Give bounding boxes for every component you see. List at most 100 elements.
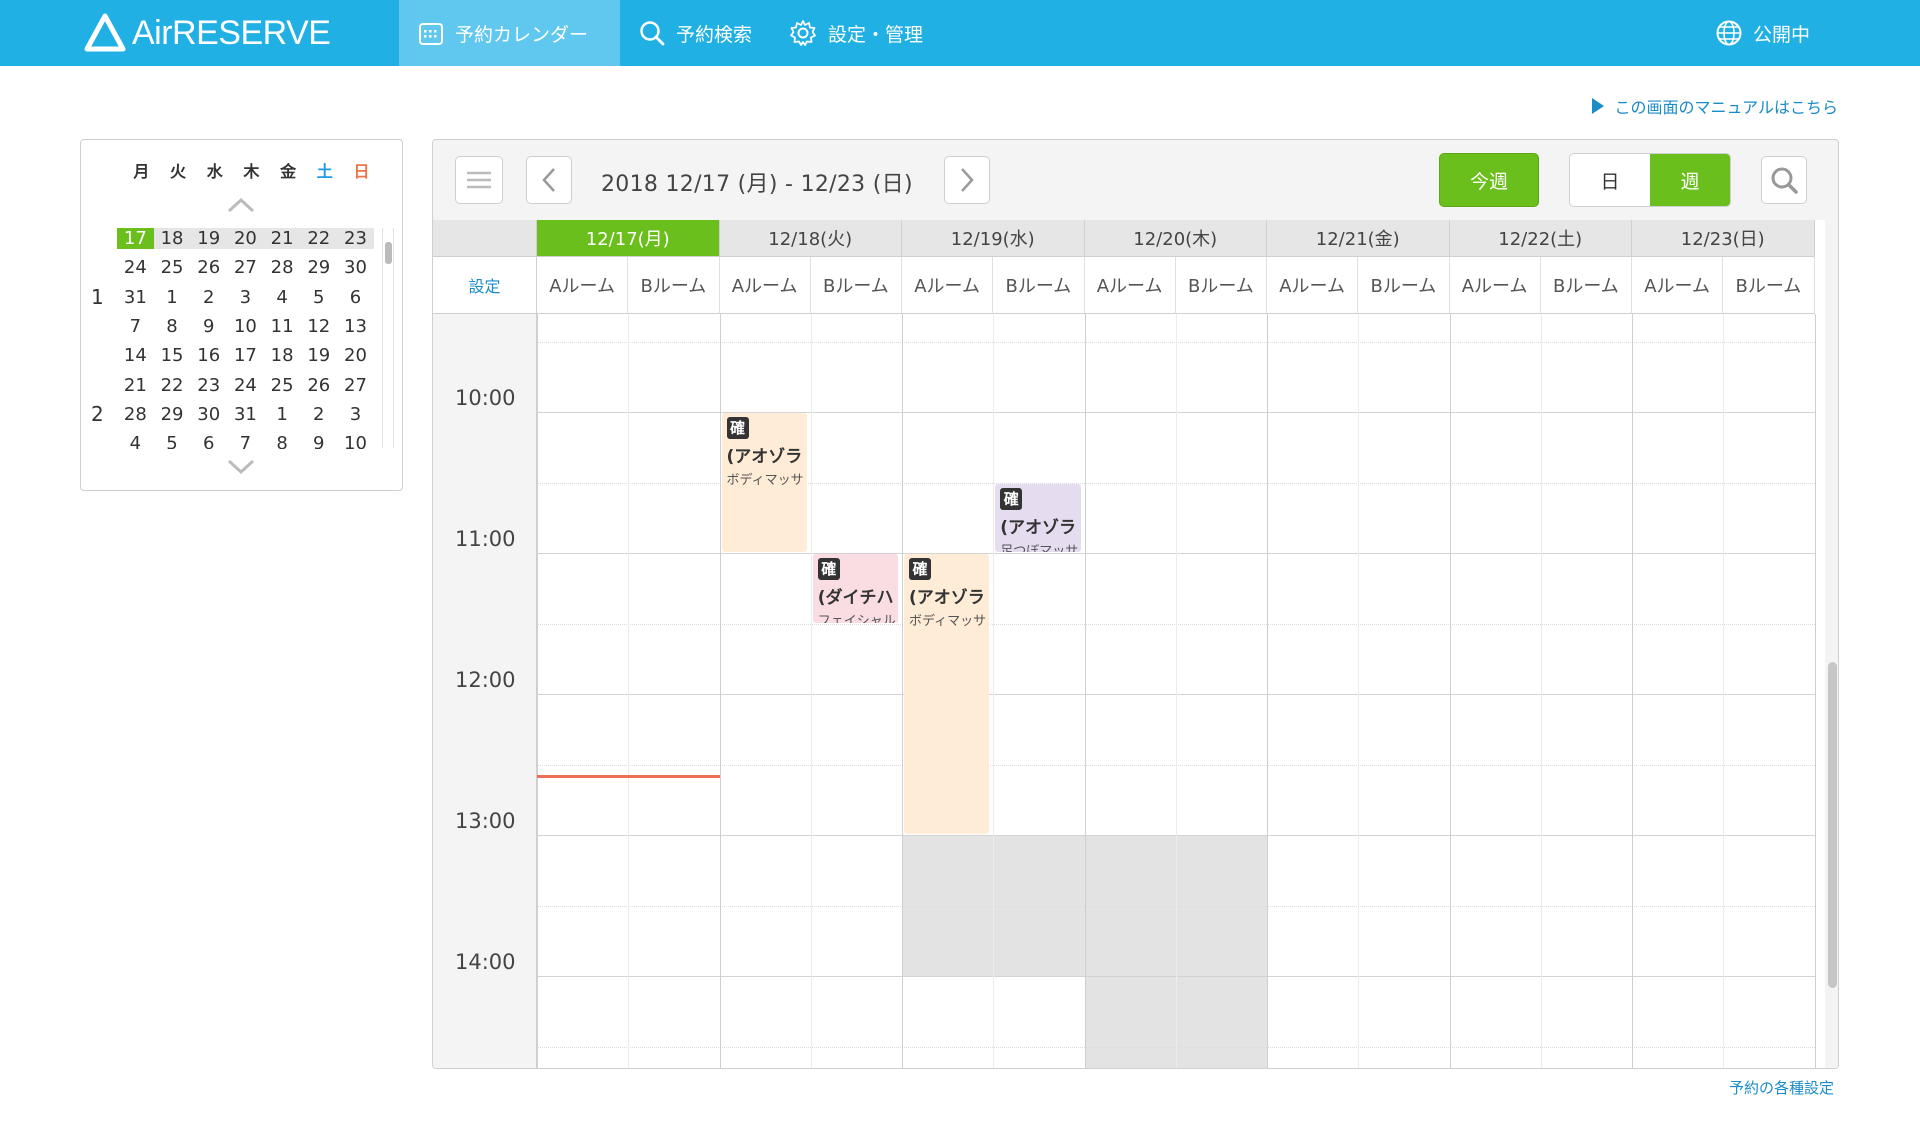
weekday-label: 水	[206, 162, 223, 181]
grid-column-line	[810, 314, 812, 1068]
room-header: Bルーム	[1540, 257, 1632, 314]
mini-day[interactable]: 22	[154, 375, 191, 396]
mini-day[interactable]: 14	[117, 345, 154, 366]
mini-day[interactable]: 21	[117, 375, 154, 396]
mini-day[interactable]: 16	[190, 345, 227, 366]
play-triangle-icon	[1592, 98, 1605, 114]
mini-day[interactable]: 2	[190, 287, 227, 308]
this-week-button[interactable]: 今週	[1439, 153, 1539, 207]
mini-day[interactable]: 11	[264, 316, 301, 337]
scroll-thumb[interactable]	[1828, 662, 1837, 988]
mini-day[interactable]: 8	[154, 316, 191, 337]
publish-status[interactable]: 公開中	[1715, 0, 1810, 66]
mini-day[interactable]: 30	[190, 404, 227, 425]
mini-day[interactable]: 13	[337, 316, 374, 337]
mini-day[interactable]: 4	[264, 287, 301, 308]
reservation-block[interactable]: 確 (アオゾラ ボディマッサ	[904, 554, 990, 834]
day-view-button[interactable]: 日	[1570, 154, 1650, 206]
mini-day[interactable]: 24	[227, 375, 264, 396]
mini-day[interactable]: 10	[227, 316, 264, 337]
mini-day[interactable]: 29	[154, 404, 191, 425]
nav-reservation-search[interactable]: 予約検索	[620, 0, 770, 66]
calendar-scrollbar[interactable]	[1825, 220, 1838, 1068]
day-header[interactable]: 12/22(土)	[1449, 220, 1632, 257]
scroll-thumb[interactable]	[385, 242, 392, 264]
mini-day[interactable]: 26	[190, 257, 227, 278]
mini-day[interactable]: 31	[227, 404, 264, 425]
mini-day[interactable]: 26	[300, 375, 337, 396]
mini-day[interactable]: 20	[227, 228, 264, 250]
reservation-settings-link[interactable]: 予約の各種設定	[1729, 1077, 1834, 1098]
mini-day[interactable]: 9	[190, 316, 227, 337]
menu-button[interactable]	[455, 156, 503, 204]
grid-column-line	[537, 314, 538, 1068]
mini-day[interactable]: 7	[117, 316, 154, 337]
confirmed-badge: 確	[909, 558, 931, 580]
mini-day[interactable]: 1	[264, 404, 301, 425]
mini-day[interactable]: 5	[300, 287, 337, 308]
app-logo[interactable]: AirRESERVE	[84, 11, 331, 55]
reservation-block[interactable]: 確 (ダイチハ フェイシャル	[812, 554, 898, 623]
mini-day[interactable]: 22	[300, 228, 338, 250]
mini-day[interactable]: 27	[337, 375, 374, 396]
manual-link[interactable]: この画面のマニュアルはこちら	[1592, 94, 1838, 118]
mini-day[interactable]: 3	[227, 287, 264, 308]
mini-day[interactable]: 18	[264, 345, 301, 366]
mini-day[interactable]: 19	[190, 228, 228, 250]
mini-day[interactable]: 1	[154, 287, 191, 308]
mini-day[interactable]: 7	[227, 433, 264, 449]
logo-text: AirRESERVE	[132, 13, 331, 52]
mini-day[interactable]: 6	[337, 287, 374, 308]
reservation-block[interactable]: 確 (アオゾラ 足つぼマッサ	[995, 483, 1081, 552]
mini-day[interactable]: 15	[154, 345, 191, 366]
search-button[interactable]	[1761, 156, 1807, 204]
mini-day[interactable]: 27	[227, 257, 264, 278]
mini-day[interactable]: 24	[117, 257, 154, 278]
mini-day[interactable]: 2	[300, 404, 337, 425]
mini-day[interactable]: 23	[337, 228, 374, 250]
mini-day[interactable]: 28	[117, 404, 154, 425]
mini-day[interactable]: 5	[154, 433, 191, 449]
mini-day[interactable]: 18	[153, 228, 191, 250]
chevron-up-icon[interactable]	[226, 196, 256, 214]
mini-week-row: 4 5 6 7 8 9 10	[81, 429, 381, 449]
settings-link[interactable]: 設定	[433, 257, 537, 314]
hamburger-icon	[467, 171, 491, 189]
mini-day[interactable]: 19	[300, 345, 337, 366]
day-header[interactable]: 12/20(木)	[1084, 220, 1267, 257]
day-header[interactable]: 12/17(月)	[537, 220, 720, 257]
mini-day[interactable]: 30	[337, 257, 374, 278]
search-icon	[1771, 167, 1798, 194]
day-header[interactable]: 12/21(金)	[1267, 220, 1450, 257]
mini-day[interactable]: 17	[227, 345, 264, 366]
mini-day[interactable]: 8	[264, 433, 301, 449]
mini-day[interactable]: 20	[337, 345, 374, 366]
nav-reservation-calendar[interactable]: 予約カレンダー	[399, 0, 620, 66]
chevron-down-icon[interactable]	[226, 458, 256, 476]
mini-day[interactable]: 29	[300, 257, 337, 278]
mini-day[interactable]: 6	[190, 433, 227, 449]
mini-day[interactable]: 25	[154, 257, 191, 278]
prev-week-button[interactable]	[526, 156, 572, 204]
mini-day[interactable]: 23	[190, 375, 227, 396]
mini-day[interactable]: 10	[337, 433, 374, 449]
day-header[interactable]: 12/23(日)	[1632, 220, 1815, 257]
reservation-block[interactable]: 確 (アオゾラ ボディマッサ	[721, 413, 807, 552]
day-header[interactable]: 12/19(水)	[902, 220, 1085, 257]
mini-day[interactable]: 21	[263, 228, 301, 250]
next-week-button[interactable]	[944, 156, 990, 204]
mini-scrollbar[interactable]	[382, 228, 394, 448]
day-header[interactable]: 12/18(火)	[719, 220, 902, 257]
mini-day[interactable]: 25	[264, 375, 301, 396]
week-view-button[interactable]: 週	[1650, 154, 1730, 206]
mini-day[interactable]: 17	[117, 228, 154, 250]
mini-day[interactable]: 31	[117, 287, 154, 308]
mini-day[interactable]: 12	[300, 316, 337, 337]
grid-column-line	[1267, 314, 1268, 1068]
mini-day[interactable]: 3	[337, 404, 374, 425]
nav-settings[interactable]: 設定・管理	[770, 0, 941, 66]
mini-day[interactable]: 9	[300, 433, 337, 449]
mini-day[interactable]: 28	[264, 257, 301, 278]
weekday-label: 火	[170, 162, 187, 181]
mini-day[interactable]: 4	[117, 433, 154, 449]
